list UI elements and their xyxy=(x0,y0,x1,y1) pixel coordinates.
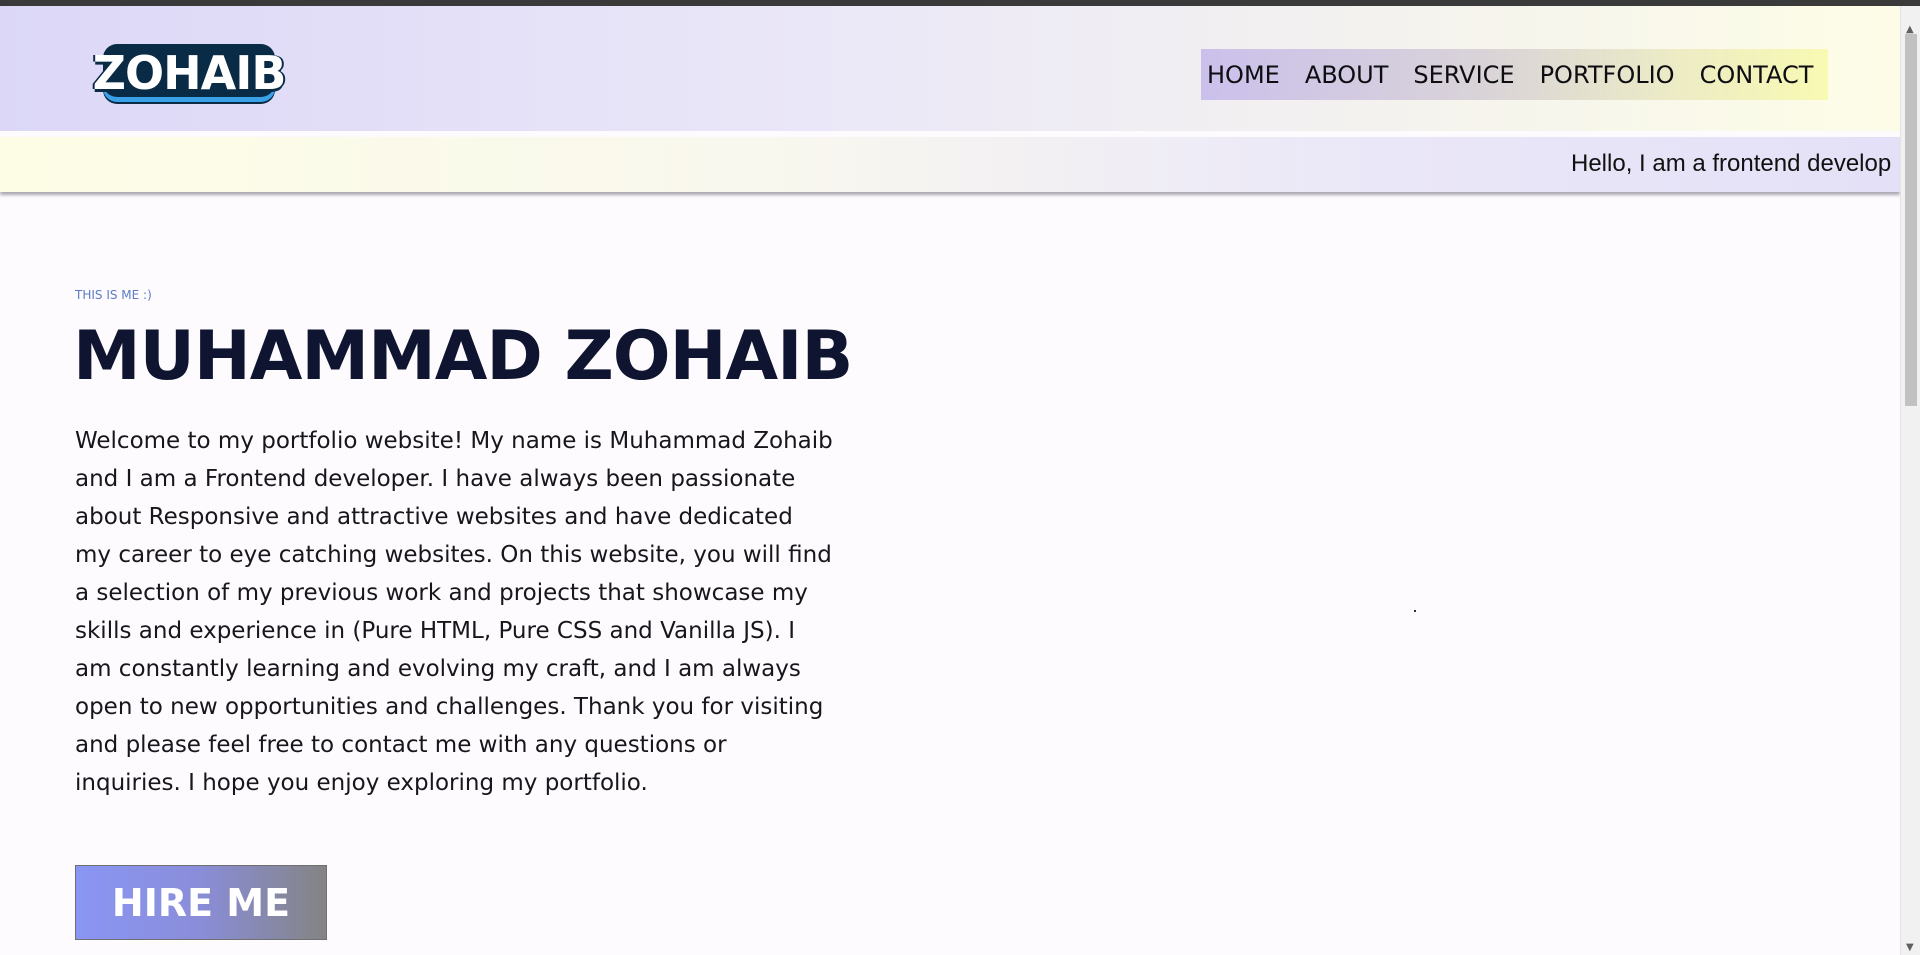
hero-eyebrow: THIS IS ME :) xyxy=(75,288,152,302)
main-nav: HOME ABOUT SERVICE PORTFOLIO CONTACT xyxy=(1201,49,1828,100)
marquee-banner: Hello, I am a frontend develop xyxy=(0,137,1900,192)
site-logo[interactable]: ZOHAIB xyxy=(93,44,286,102)
nav-item-contact[interactable]: CONTACT xyxy=(1700,61,1814,89)
site-header: ZOHAIB HOME ABOUT SERVICE PORTFOLIO CONT… xyxy=(0,6,1900,131)
page-scrollbar[interactable]: ▲ ▼ xyxy=(1900,6,1920,955)
nav-item-home[interactable]: HOME xyxy=(1207,61,1280,89)
nav-item-portfolio[interactable]: PORTFOLIO xyxy=(1540,61,1675,89)
nav-item-service[interactable]: SERVICE xyxy=(1413,61,1514,89)
hero-bio: Welcome to my portfolio website! My name… xyxy=(75,428,833,796)
hero-title: MUHAMMAD ZOHAIB xyxy=(73,317,853,396)
marquee-text: Hello, I am a frontend develop xyxy=(1571,150,1892,177)
decorative-dot xyxy=(1414,610,1416,612)
chevron-down-icon[interactable]: ▼ xyxy=(1906,942,1914,953)
nav-item-about[interactable]: ABOUT xyxy=(1305,61,1389,89)
hire-me-button[interactable]: HIRE ME xyxy=(75,865,327,940)
scrollbar-thumb[interactable] xyxy=(1905,34,1917,406)
